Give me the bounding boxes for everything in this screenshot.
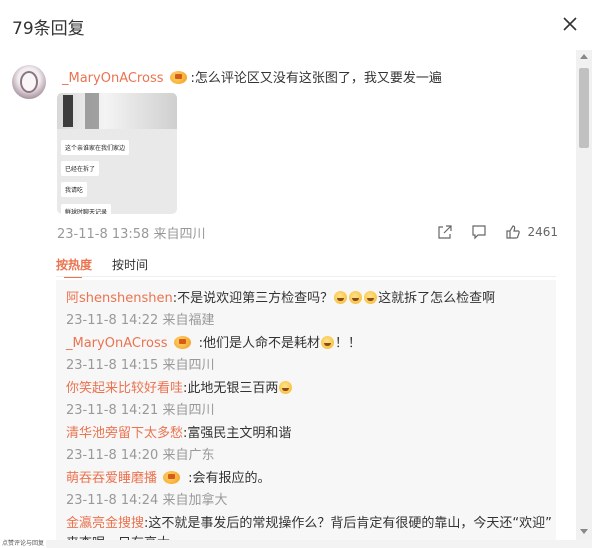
taskbar-tooltip: 点赞评论与回复	[0, 540, 47, 548]
fan-badge-icon	[173, 336, 191, 349]
scrollbar[interactable]	[576, 50, 592, 540]
reply-text: :富强民主文明和谐	[183, 426, 292, 441]
emoji-icon	[364, 291, 378, 304]
reply-text: :会有报应的。	[184, 471, 271, 486]
tab-hot[interactable]: 按热度	[56, 256, 92, 278]
fan-badge-icon	[163, 471, 181, 484]
reply-timestamp: 23-11-8 14:21 来自四川	[66, 403, 215, 418]
emoji-icon	[334, 291, 348, 304]
reply-text: :他们是人命不是耗材	[194, 336, 321, 351]
reply-username[interactable]: 你笑起来比较好看哇	[66, 381, 183, 396]
reply-item: 你笑起来比较好看哇:此地无银三百两	[66, 377, 293, 396]
reply-timestamp: 23-11-8 14:20 来自广东	[66, 448, 215, 463]
like-count: 2461	[527, 225, 558, 239]
reply-username[interactable]: 萌吞吞爱睡磨播	[66, 471, 157, 486]
reply-username[interactable]: 金瀛亮金搜搜	[66, 516, 144, 531]
share-icon[interactable]	[437, 224, 453, 240]
reply-timestamp: 23-11-8 14:22 来自福建	[66, 313, 215, 328]
scrollbar-thumb[interactable]	[579, 68, 589, 148]
dialog-header: 79条回复	[0, 0, 592, 50]
reply-text-partial: 来查呢…只有高大	[66, 532, 170, 540]
chat-bubble: 鲜球时聊天记录	[61, 204, 112, 214]
reply-item: 金瀛亮金搜搜:这不就是事发后的常规操作么？背后肯定有很硬的靠山，今天还“欢迎”	[66, 512, 552, 531]
reply-item: _MaryOnACross :他们是人命不是耗材 ！！	[66, 332, 361, 351]
chat-bubble: 已经在拆了	[61, 161, 100, 176]
photo-area	[57, 93, 177, 129]
comment-timestamp: 23-11-8 13:58 来自四川	[57, 227, 206, 242]
comment-icon[interactable]	[471, 224, 487, 240]
chat-bubble: 这个亲谁家在我们家边	[61, 140, 130, 155]
main-comment: _MaryOnACross :怎么评论区又没有这张图了，我又要发一遍	[62, 67, 442, 86]
chat-bubble: 我请吃	[61, 182, 88, 197]
reply-text: :此地无银三百两	[183, 381, 279, 396]
scroll-up-icon[interactable]	[580, 54, 588, 59]
divider	[56, 276, 556, 277]
reply-item: 清华池旁留下太多愁:富强民主文明和谐	[66, 422, 291, 441]
reply-text-tail: ！！	[335, 336, 362, 351]
like-icon[interactable]	[505, 224, 521, 240]
comment-actions: 2461	[437, 222, 558, 242]
reply-item: 萌吞吞爱睡磨播 :会有报应的。	[66, 467, 271, 486]
reply-username[interactable]: 阿shenshenshen	[66, 291, 173, 306]
reply-text: :不是说欢迎第三方检查吗？	[172, 291, 334, 306]
emoji-icon	[349, 291, 363, 304]
scroll-down-icon[interactable]	[580, 529, 588, 534]
taskbar: 点赞评论与回复	[0, 540, 592, 548]
reply-list: 阿shenshenshen:不是说欢迎第三方检查吗？ 这就拆了怎么检查啊 23-1…	[56, 280, 556, 540]
tab-time[interactable]: 按时间	[112, 256, 148, 273]
reply-username[interactable]: _MaryOnACross	[66, 336, 168, 351]
avatar[interactable]	[12, 65, 46, 99]
reply-timestamp: 23-11-8 14:24 来自加拿大	[66, 493, 228, 508]
comment-image[interactable]: 这个亲谁家在我们家边 已经在拆了 我请吃 鲜球时聊天记录	[57, 93, 177, 214]
close-icon[interactable]	[560, 14, 580, 34]
fan-badge-icon	[169, 71, 187, 84]
emoji-icon	[279, 381, 293, 394]
dialog-title: 79条回复	[12, 19, 85, 39]
emoji-icon	[321, 336, 335, 349]
reply-username[interactable]: 清华池旁留下太多愁	[66, 426, 183, 441]
reply-text-tail: 这就拆了怎么检查啊	[378, 291, 496, 306]
reply-text: :这不就是事发后的常规操作么？背后肯定有很硬的靠山，今天还“欢迎”	[144, 516, 552, 531]
comment-username[interactable]: _MaryOnACross	[62, 71, 164, 86]
reply-timestamp: 23-11-8 14:15 来自四川	[66, 358, 215, 373]
reply-item: 阿shenshenshen:不是说欢迎第三方检查吗？ 这就拆了怎么检查啊	[66, 287, 495, 306]
comment-scroll-area: _MaryOnACross :怎么评论区又没有这张图了，我又要发一遍 这个亲谁家在…	[0, 50, 574, 540]
comment-text: :怎么评论区又没有这张图了，我又要发一遍	[190, 71, 442, 86]
